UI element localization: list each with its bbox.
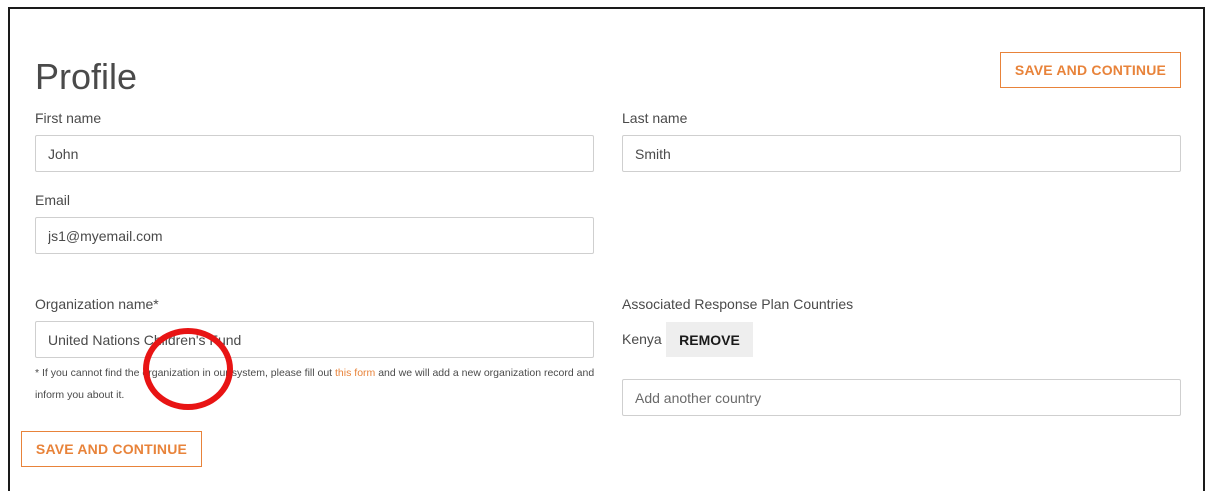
organization-name-label: Organization name* [35,296,159,312]
last-name-label: Last name [622,110,688,126]
first-name-field[interactable] [35,135,594,172]
email-field[interactable] [35,217,594,254]
add-country-input[interactable] [622,379,1181,416]
organization-help-note: * If you cannot find the organization in… [35,362,595,406]
last-name-field[interactable] [622,135,1181,172]
organization-note-prefix: * If you cannot find the organization in… [35,367,336,379]
page-title: Profile [35,56,138,97]
remove-country-button[interactable]: REMOVE [666,322,753,357]
organization-form-link[interactable]: this form [335,367,375,379]
save-and-continue-button-top[interactable]: SAVE AND CONTINUE [1000,52,1181,88]
first-name-label: First name [35,110,102,126]
email-label: Email [35,192,71,208]
save-and-continue-button-bottom[interactable]: SAVE AND CONTINUE [21,431,202,467]
organization-name-field[interactable] [35,321,594,358]
countries-label: Associated Response Plan Countries [622,296,854,312]
country-tag-kenya: Kenya [622,331,662,347]
